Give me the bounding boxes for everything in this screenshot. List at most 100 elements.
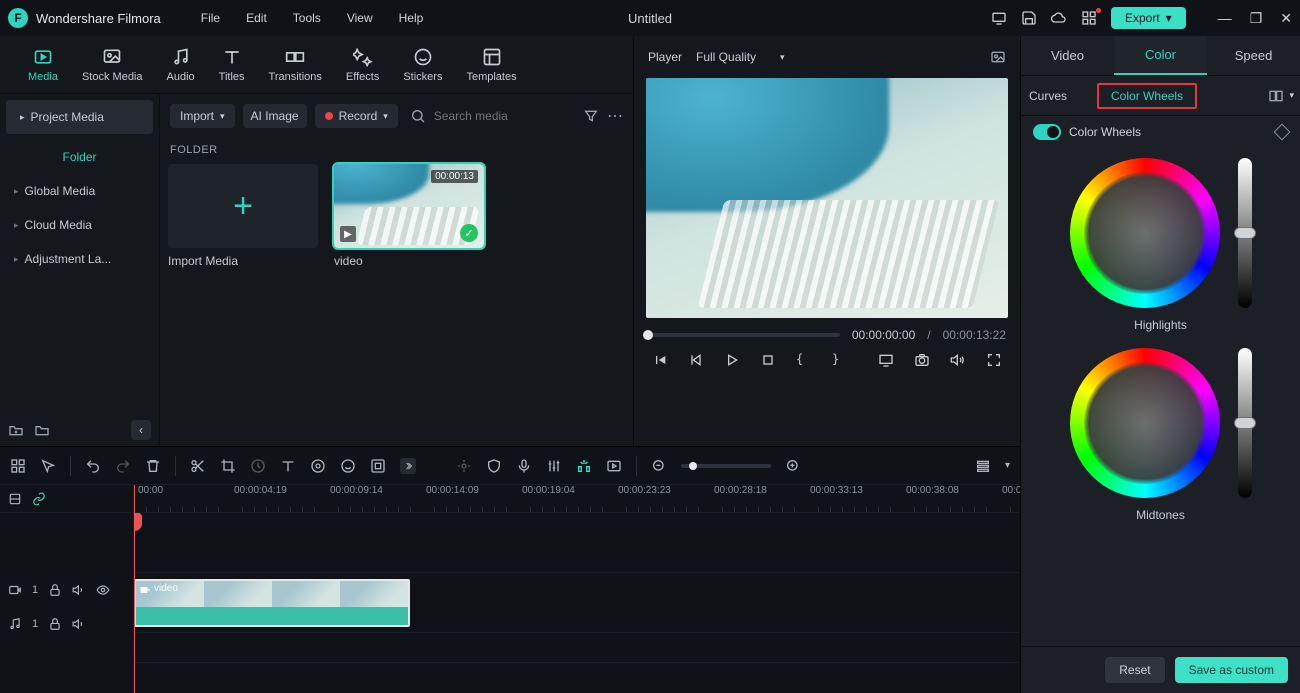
reset-button[interactable]: Reset	[1105, 657, 1164, 683]
keyframe-tool-icon[interactable]	[310, 458, 326, 474]
play-backward-icon[interactable]	[688, 352, 704, 368]
highlights-color-wheel[interactable]	[1070, 158, 1220, 308]
chevron-down-icon[interactable]: ▾	[1289, 90, 1294, 101]
tab-titles[interactable]: Titles	[211, 45, 253, 85]
subtab-color-wheels[interactable]: Color Wheels	[1097, 83, 1197, 109]
timeline-ruler[interactable]: 00:0000:00:04:1900:00:09:1400:00:14:0900…	[134, 485, 1020, 513]
pointer-icon[interactable]	[40, 458, 56, 474]
window-close[interactable]: ✕	[1280, 10, 1292, 27]
color-tool-icon[interactable]	[370, 458, 386, 474]
inspector-tab-speed[interactable]: Speed	[1207, 36, 1300, 75]
more-icon[interactable]: ⋯	[607, 108, 623, 124]
media-thumb-video[interactable]: 00:00:13 ▶ ✓ video	[334, 164, 484, 268]
link-icon[interactable]	[32, 492, 46, 506]
crop-icon[interactable]	[220, 458, 236, 474]
tree-cloud-media[interactable]: ▸Cloud Media	[0, 208, 159, 242]
shield-icon[interactable]	[486, 458, 502, 474]
audio-track-header[interactable]: 1	[0, 607, 133, 641]
import-dropdown[interactable]: Import▾	[170, 104, 235, 128]
camera-icon[interactable]	[914, 352, 930, 368]
text-tool-icon[interactable]	[280, 458, 296, 474]
window-minimize[interactable]: —	[1218, 10, 1232, 27]
more-tools-icon[interactable]	[400, 458, 416, 474]
device-icon[interactable]	[991, 10, 1007, 26]
redo-icon[interactable]	[115, 458, 131, 474]
grid-icon[interactable]	[10, 458, 26, 474]
display-icon[interactable]	[878, 352, 894, 368]
compare-icon[interactable]	[1268, 88, 1284, 104]
tree-project-media[interactable]: ▸Project Media	[6, 100, 153, 134]
tab-media[interactable]: Media	[20, 45, 66, 85]
midtones-luma-slider[interactable]	[1238, 348, 1252, 498]
undo-icon[interactable]	[85, 458, 101, 474]
new-folder-icon[interactable]	[8, 422, 24, 438]
track-view-icon[interactable]	[975, 458, 991, 474]
window-maximize[interactable]: ❐	[1250, 10, 1263, 27]
inspector-tab-color[interactable]: Color	[1114, 36, 1207, 75]
export-button[interactable]: Export ▾	[1111, 7, 1186, 29]
tab-audio[interactable]: Audio	[159, 45, 203, 85]
render-icon[interactable]	[606, 458, 622, 474]
timeline-tracks[interactable]: 00:0000:00:04:1900:00:09:1400:00:14:0900…	[134, 485, 1020, 693]
lock-icon[interactable]	[48, 617, 62, 631]
menu-help[interactable]: Help	[399, 11, 424, 25]
mixer-icon[interactable]	[546, 458, 562, 474]
menu-tools[interactable]: Tools	[293, 11, 321, 25]
audio-track-1[interactable]	[134, 633, 1020, 663]
auto-ripple-icon[interactable]	[8, 492, 22, 506]
tree-adjustment-layer[interactable]: ▸Adjustment La...	[0, 242, 159, 276]
record-dropdown[interactable]: Record▾	[315, 104, 398, 128]
delete-icon[interactable]	[145, 458, 161, 474]
tab-effects[interactable]: Effects	[338, 45, 387, 85]
mute-icon[interactable]	[72, 617, 86, 631]
mark-in-icon[interactable]: {	[796, 352, 812, 368]
chevron-down-icon[interactable]: ▾	[1005, 460, 1010, 471]
menu-file[interactable]: File	[201, 11, 220, 25]
inspector-tab-video[interactable]: Video	[1021, 36, 1114, 75]
search-input[interactable]	[434, 109, 554, 123]
menu-view[interactable]: View	[347, 11, 373, 25]
tab-stock-media[interactable]: Stock Media	[74, 45, 151, 85]
zoom-out-icon[interactable]	[651, 458, 667, 474]
midtones-color-wheel[interactable]	[1070, 348, 1220, 498]
preview-viewport[interactable]	[646, 78, 1008, 318]
highlights-luma-slider[interactable]	[1238, 158, 1252, 308]
tab-transitions[interactable]: Transitions	[261, 45, 330, 85]
marker-icon[interactable]	[456, 458, 472, 474]
volume-icon[interactable]	[950, 352, 966, 368]
tree-folder[interactable]: Folder	[0, 140, 159, 174]
cloud-icon[interactable]	[1051, 10, 1067, 26]
ai-image-button[interactable]: AI Image	[243, 104, 307, 128]
mark-out-icon[interactable]: }	[832, 352, 848, 368]
tree-global-media[interactable]: ▸Global Media	[0, 174, 159, 208]
video-track-1[interactable]: video	[134, 573, 1020, 633]
zoom-slider[interactable]	[681, 464, 771, 468]
filter-icon[interactable]	[583, 108, 599, 124]
mic-icon[interactable]	[516, 458, 532, 474]
snapshot-settings-icon[interactable]	[990, 49, 1006, 65]
color-wheels-toggle[interactable]	[1033, 124, 1061, 140]
magnetic-icon[interactable]	[576, 458, 592, 474]
mask-tool-icon[interactable]	[340, 458, 356, 474]
quality-dropdown[interactable]: Full Quality▾	[696, 50, 785, 64]
new-bin-icon[interactable]	[34, 422, 50, 438]
collapse-tree-icon[interactable]: ‹	[131, 420, 151, 440]
play-icon[interactable]	[724, 352, 740, 368]
timeline-clip-video[interactable]: video	[134, 579, 410, 627]
save-custom-button[interactable]: Save as custom	[1175, 657, 1288, 683]
speed-tool-icon[interactable]	[250, 458, 266, 474]
apps-icon[interactable]	[1081, 10, 1097, 26]
menu-edit[interactable]: Edit	[246, 11, 267, 25]
tab-templates[interactable]: Templates	[458, 45, 524, 85]
import-media-tile[interactable]: + Import Media	[168, 164, 318, 268]
fullscreen-icon[interactable]	[986, 352, 1002, 368]
subtab-curves[interactable]: Curves	[1021, 85, 1075, 107]
scrub-bar[interactable]	[648, 333, 840, 337]
stop-icon[interactable]	[760, 352, 776, 368]
playhead[interactable]	[134, 485, 135, 693]
video-track-header[interactable]: 1	[0, 573, 133, 607]
visibility-icon[interactable]	[96, 583, 110, 597]
zoom-in-icon[interactable]	[785, 458, 801, 474]
split-icon[interactable]	[190, 458, 206, 474]
keyframe-diamond-icon[interactable]	[1274, 124, 1291, 141]
